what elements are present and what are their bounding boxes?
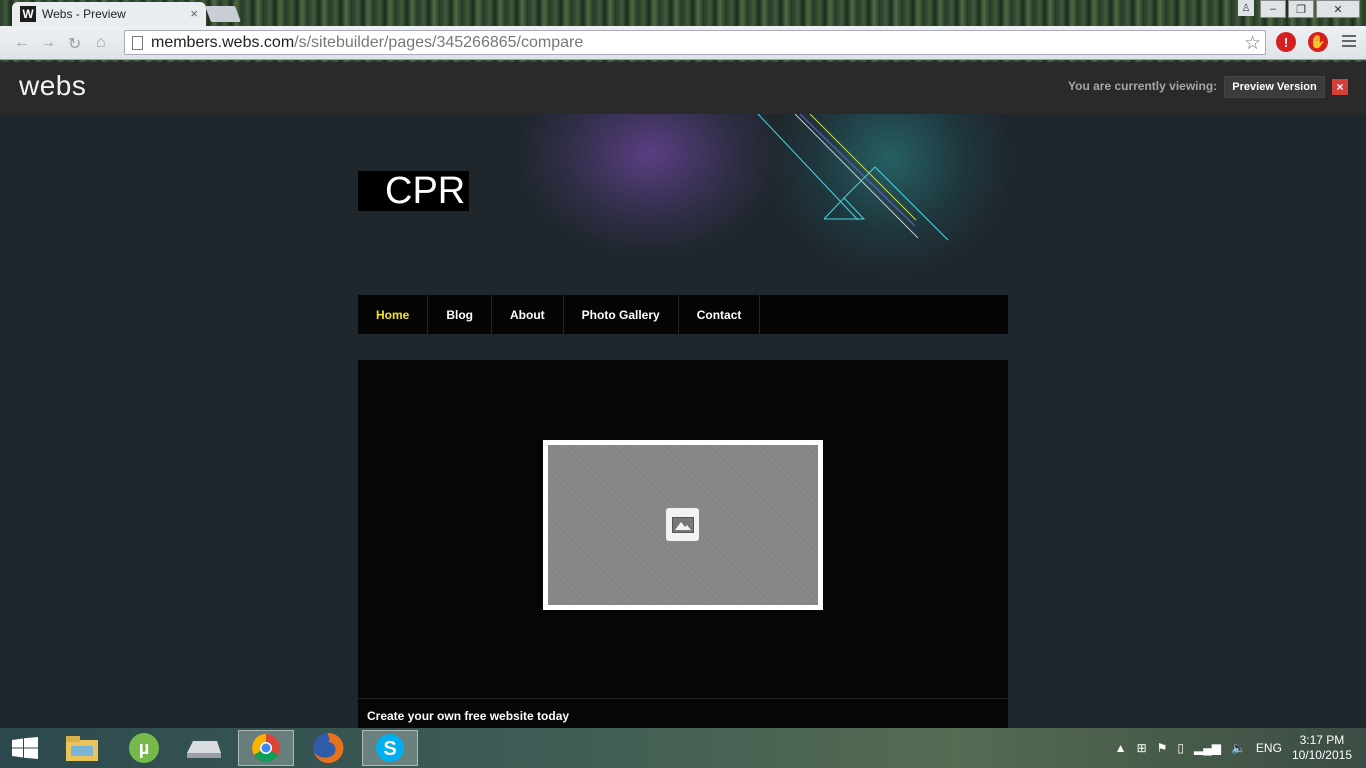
drive-icon[interactable] (176, 730, 232, 766)
preview-bar: webs You are currently viewing: Preview … (0, 62, 1366, 114)
image-placeholder[interactable] (543, 440, 823, 610)
chrome-icon[interactable] (238, 730, 294, 766)
webs-favicon-icon: W (20, 6, 36, 22)
clock-date: 10/10/2015 (1291, 748, 1352, 762)
svg-text:S: S (383, 738, 396, 760)
language-indicator[interactable]: ENG (1256, 741, 1282, 755)
bookmark-star-icon[interactable]: ☆ (1244, 32, 1261, 55)
windows-start-icon[interactable] (12, 737, 38, 759)
nav-item-about[interactable]: About (492, 295, 564, 334)
profile-icon[interactable]: ♙ (1238, 0, 1254, 16)
browser-toolbar: ← → ↻ ⌂ members.webs.com/s/sitebuilder/p… (0, 26, 1366, 60)
minimize-button[interactable]: – (1260, 0, 1286, 18)
adblock-extension-icon[interactable]: ! (1276, 32, 1296, 52)
system-tray: ▲ ⊞ ⚑ ▯ ▂▄▆ 🔈 ENG 3:17 PM 10/10/2015 (1115, 728, 1366, 768)
skype-icon[interactable]: S (362, 730, 418, 766)
windows-icon[interactable]: ⊞ (1137, 741, 1147, 755)
battery-icon[interactable]: ▯ (1177, 741, 1184, 755)
footer-divider (358, 698, 1008, 699)
create-website-link[interactable]: Create your own free website today (367, 709, 569, 723)
window-close-button[interactable]: ✕ (1316, 0, 1360, 18)
browser-tab[interactable]: W Webs - Preview × (12, 2, 206, 26)
viewing-label: You are currently viewing: (1068, 79, 1218, 93)
site-title[interactable]: CPR (358, 171, 469, 211)
browser-menu-icon[interactable] (1342, 35, 1356, 50)
back-icon[interactable]: ← (14, 34, 30, 52)
show-hidden-icons-icon[interactable]: ▲ (1115, 741, 1127, 755)
url-host: members.webs.com (151, 33, 295, 51)
image-icon (666, 508, 699, 541)
svg-text:µ: µ (139, 738, 149, 758)
close-preview-icon[interactable]: × (1332, 79, 1348, 95)
clock[interactable]: 3:17 PM 10/10/2015 (1292, 733, 1352, 763)
reload-icon[interactable]: ↻ (68, 34, 81, 54)
network-icon[interactable]: ▂▄▆ (1194, 741, 1221, 755)
nav-item-blog[interactable]: Blog (428, 295, 493, 334)
action-center-flag-icon[interactable]: ⚑ (1157, 741, 1168, 755)
site-nav: Home Blog About Photo Gallery Contact (358, 295, 1008, 334)
nav-item-photo-gallery[interactable]: Photo Gallery (564, 295, 679, 334)
forward-icon[interactable]: → (40, 34, 56, 52)
utorrent-icon[interactable]: µ (116, 730, 172, 766)
nav-item-contact[interactable]: Contact (679, 295, 761, 334)
preview-version-button[interactable]: Preview Version (1224, 76, 1325, 98)
address-bar[interactable]: members.webs.com/s/sitebuilder/pages/345… (124, 30, 1266, 55)
content-area: Create your own free website today (358, 360, 1008, 728)
tab-close-icon[interactable]: × (190, 6, 198, 21)
page-icon (132, 36, 143, 50)
windows-taskbar: µ S ▲ ⊞ ⚑ ▯ ▂▄▆ 🔈 ENG 3:17 PM 10/10/2015 (0, 728, 1366, 768)
home-icon[interactable]: ⌂ (96, 34, 106, 52)
webs-logo[interactable]: webs (19, 70, 86, 102)
url-path: /s/sitebuilder/pages/345266865/compare (294, 33, 584, 51)
restore-button[interactable]: ❐ (1288, 0, 1314, 18)
nav-item-home[interactable]: Home (358, 295, 429, 334)
stop-extension-icon[interactable]: ✋ (1308, 32, 1328, 52)
firefox-icon[interactable] (300, 730, 356, 766)
site-preview: CPR Home Blog About Photo Gallery Contac… (0, 114, 1366, 728)
new-tab-button[interactable] (205, 6, 241, 22)
volume-icon[interactable]: 🔈 (1231, 741, 1246, 755)
file-explorer-icon[interactable] (54, 730, 110, 766)
window-controls: – ❐ ✕ (1260, 0, 1360, 18)
clock-time: 3:17 PM (1299, 733, 1345, 747)
tab-title: Webs - Preview (42, 7, 126, 21)
line-triangle-decoration (757, 114, 949, 241)
